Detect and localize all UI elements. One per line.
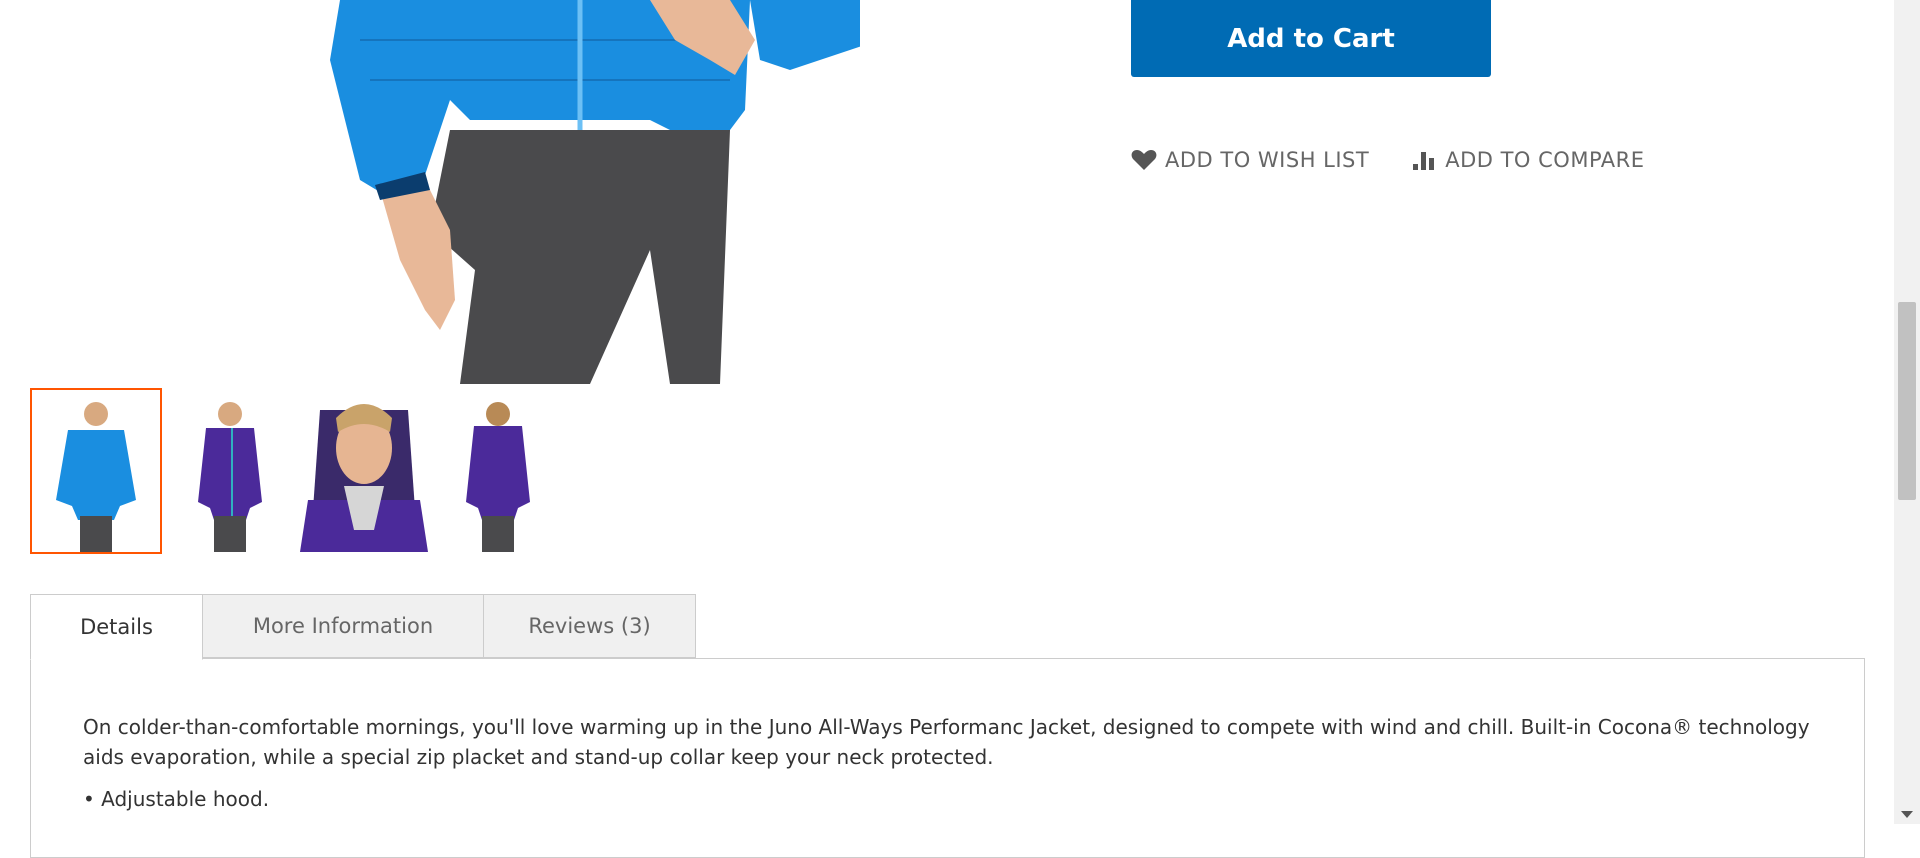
product-info-tabs: Details More Information Reviews (3) xyxy=(30,594,696,660)
feature-bullet: • Adjustable hood. xyxy=(83,787,270,811)
add-to-cart-button[interactable]: Add to Cart xyxy=(1131,0,1491,77)
scrollbar-thumb[interactable] xyxy=(1898,302,1916,500)
thumbnail-purple-front[interactable] xyxy=(164,388,296,554)
add-to-wishlist-link[interactable]: ADD TO WISH LIST xyxy=(1131,148,1369,172)
page-scrollbar[interactable] xyxy=(1894,0,1920,824)
product-description: On colder-than-comfortable mornings, you… xyxy=(83,712,1823,772)
tab-more-information[interactable]: More Information xyxy=(202,594,484,658)
thumbnail-purple-closeup[interactable] xyxy=(298,388,430,554)
product-main-image[interactable] xyxy=(30,0,860,384)
wishlist-label: ADD TO WISH LIST xyxy=(1165,148,1370,172)
scroll-down-arrow-icon[interactable] xyxy=(1901,811,1913,818)
add-to-compare-link[interactable]: ADD TO COMPARE xyxy=(1413,148,1644,172)
tab-details[interactable]: Details xyxy=(30,594,203,660)
thumbnail-purple-back[interactable] xyxy=(432,388,564,554)
description-text: On colder-than-comfortable mornings, you… xyxy=(83,715,1810,769)
product-thumbnails xyxy=(30,388,566,554)
product-secondary-actions: ADD TO WISH LIST ADD TO COMPARE xyxy=(1131,145,1689,175)
compare-label: ADD TO COMPARE xyxy=(1445,148,1645,172)
heart-icon xyxy=(1131,149,1157,171)
thumbnail-blue-front[interactable] xyxy=(30,388,162,554)
bar-chart-icon xyxy=(1413,150,1437,170)
tab-reviews[interactable]: Reviews (3) xyxy=(483,594,696,658)
